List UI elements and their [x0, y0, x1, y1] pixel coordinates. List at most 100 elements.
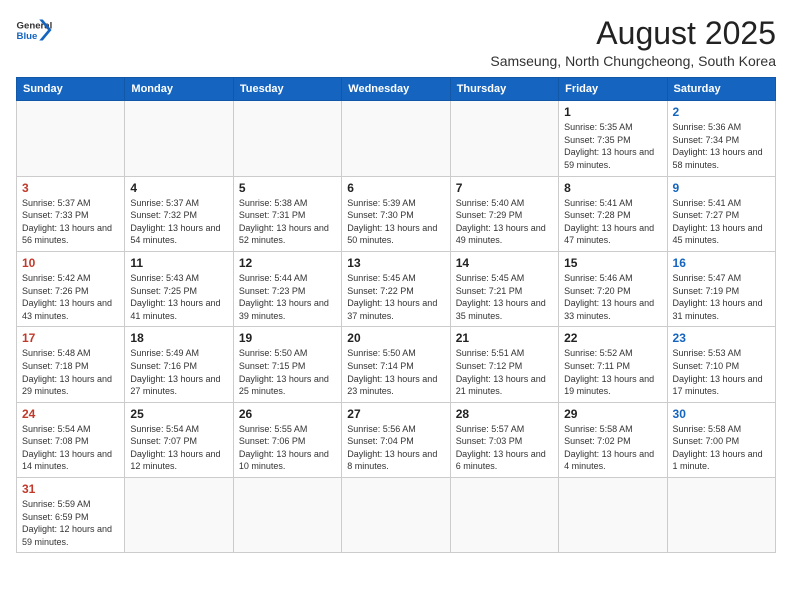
cell-sun-info: Sunrise: 5:45 AM Sunset: 7:21 PM Dayligh… [456, 272, 553, 322]
cell-sun-info: Sunrise: 5:37 AM Sunset: 7:33 PM Dayligh… [22, 197, 119, 247]
location-subtitle: Samseung, North Chungcheong, South Korea [490, 53, 776, 69]
calendar-cell [342, 101, 450, 176]
day-number: 11 [130, 256, 227, 270]
day-number: 7 [456, 181, 553, 195]
calendar-cell: 3 Sunrise: 5:37 AM Sunset: 7:33 PM Daylig… [17, 176, 125, 251]
calendar-week-row: 10 Sunrise: 5:42 AM Sunset: 7:26 PM Dayli… [17, 251, 776, 326]
calendar-cell: 29Sunrise: 5:58 AM Sunset: 7:02 PM Dayli… [559, 402, 667, 477]
day-number: 14 [456, 256, 553, 270]
day-number: 24 [22, 407, 119, 421]
cell-sun-info: Sunrise: 5:54 AM Sunset: 7:07 PM Dayligh… [130, 423, 227, 473]
calendar-cell: 1 Sunrise: 5:35 AM Sunset: 7:35 PM Daylig… [559, 101, 667, 176]
month-year-title: August 2025 [490, 16, 776, 51]
cell-sun-info: Sunrise: 5:57 AM Sunset: 7:03 PM Dayligh… [456, 423, 553, 473]
weekday-header-saturday: Saturday [667, 78, 775, 101]
calendar-week-row: 24 Sunrise: 5:54 AM Sunset: 7:08 PM Dayli… [17, 402, 776, 477]
calendar-week-row: 1 Sunrise: 5:35 AM Sunset: 7:35 PM Daylig… [17, 101, 776, 176]
calendar-cell: 7 Sunrise: 5:40 AM Sunset: 7:29 PM Daylig… [450, 176, 558, 251]
weekday-header-wednesday: Wednesday [342, 78, 450, 101]
calendar-cell: 20 Sunrise: 5:50 AM Sunset: 7:14 PM Dayli… [342, 327, 450, 402]
day-number: 17 [22, 331, 119, 345]
cell-sun-info: Sunrise: 5:43 AM Sunset: 7:25 PM Dayligh… [130, 272, 227, 322]
calendar-cell: 23Sunrise: 5:53 AM Sunset: 7:10 PM Dayli… [667, 327, 775, 402]
day-number: 25 [130, 407, 227, 421]
weekday-header-sunday: Sunday [17, 78, 125, 101]
day-number: 5 [239, 181, 336, 195]
cell-sun-info: Sunrise: 5:55 AM Sunset: 7:06 PM Dayligh… [239, 423, 336, 473]
cell-sun-info: Sunrise: 5:46 AM Sunset: 7:20 PM Dayligh… [564, 272, 661, 322]
calendar-week-row: 17Sunrise: 5:48 AM Sunset: 7:18 PM Dayli… [17, 327, 776, 402]
day-number: 26 [239, 407, 336, 421]
day-number: 31 [22, 482, 119, 496]
calendar-cell: 2Sunrise: 5:36 AM Sunset: 7:34 PM Daylig… [667, 101, 775, 176]
day-number: 27 [347, 407, 444, 421]
calendar-cell [233, 101, 341, 176]
calendar-cell: 22 Sunrise: 5:52 AM Sunset: 7:11 PM Dayli… [559, 327, 667, 402]
svg-text:Blue: Blue [17, 31, 38, 42]
cell-sun-info: Sunrise: 5:44 AM Sunset: 7:23 PM Dayligh… [239, 272, 336, 322]
calendar-cell: 17Sunrise: 5:48 AM Sunset: 7:18 PM Dayli… [17, 327, 125, 402]
day-number: 20 [347, 331, 444, 345]
calendar-cell [17, 101, 125, 176]
calendar-cell: 12 Sunrise: 5:44 AM Sunset: 7:23 PM Dayli… [233, 251, 341, 326]
calendar-table: SundayMondayTuesdayWednesdayThursdayFrid… [16, 77, 776, 553]
cell-sun-info: Sunrise: 5:38 AM Sunset: 7:31 PM Dayligh… [239, 197, 336, 247]
calendar-cell: 27 Sunrise: 5:56 AM Sunset: 7:04 PM Dayli… [342, 402, 450, 477]
calendar-cell [667, 478, 775, 553]
cell-sun-info: Sunrise: 5:54 AM Sunset: 7:08 PM Dayligh… [22, 423, 119, 473]
day-number: 22 [564, 331, 661, 345]
day-number: 12 [239, 256, 336, 270]
day-number: 4 [130, 181, 227, 195]
logo: General Blue [16, 16, 52, 44]
cell-sun-info: Sunrise: 5:51 AM Sunset: 7:12 PM Dayligh… [456, 347, 553, 397]
cell-sun-info: Sunrise: 5:42 AM Sunset: 7:26 PM Dayligh… [22, 272, 119, 322]
cell-sun-info: Sunrise: 5:56 AM Sunset: 7:04 PM Dayligh… [347, 423, 444, 473]
calendar-cell: 18 Sunrise: 5:49 AM Sunset: 7:16 PM Dayli… [125, 327, 233, 402]
cell-sun-info: Sunrise: 5:50 AM Sunset: 7:14 PM Dayligh… [347, 347, 444, 397]
day-number: 19 [239, 331, 336, 345]
calendar-cell: 14 Sunrise: 5:45 AM Sunset: 7:21 PM Dayli… [450, 251, 558, 326]
calendar-cell: 9Sunrise: 5:41 AM Sunset: 7:27 PM Daylig… [667, 176, 775, 251]
day-number: 1 [564, 105, 661, 119]
day-number: 10 [22, 256, 119, 270]
calendar-cell: 25 Sunrise: 5:54 AM Sunset: 7:07 PM Dayli… [125, 402, 233, 477]
calendar-week-row: 3 Sunrise: 5:37 AM Sunset: 7:33 PM Daylig… [17, 176, 776, 251]
calendar-cell: 30Sunrise: 5:58 AM Sunset: 7:00 PM Dayli… [667, 402, 775, 477]
calendar-cell: 5 Sunrise: 5:38 AM Sunset: 7:31 PM Daylig… [233, 176, 341, 251]
calendar-cell [125, 478, 233, 553]
calendar-cell [559, 478, 667, 553]
calendar-week-row: 31 Sunrise: 5:59 AM Sunset: 6:59 PM Dayli… [17, 478, 776, 553]
cell-sun-info: Sunrise: 5:35 AM Sunset: 7:35 PM Dayligh… [564, 121, 661, 171]
calendar-cell: 10 Sunrise: 5:42 AM Sunset: 7:26 PM Dayli… [17, 251, 125, 326]
weekday-header-thursday: Thursday [450, 78, 558, 101]
calendar-cell [450, 101, 558, 176]
cell-sun-info: Sunrise: 5:52 AM Sunset: 7:11 PM Dayligh… [564, 347, 661, 397]
day-number: 18 [130, 331, 227, 345]
cell-sun-info: Sunrise: 5:41 AM Sunset: 7:27 PM Dayligh… [673, 197, 770, 247]
calendar-cell: 16 Sunrise: 5:47 AM Sunset: 7:19 PM Dayli… [667, 251, 775, 326]
weekday-header-tuesday: Tuesday [233, 78, 341, 101]
calendar-cell: 8 Sunrise: 5:41 AM Sunset: 7:28 PM Daylig… [559, 176, 667, 251]
calendar-header-row: SundayMondayTuesdayWednesdayThursdayFrid… [17, 78, 776, 101]
title-block: August 2025 Samseung, North Chungcheong,… [490, 16, 776, 69]
calendar-cell: 15 Sunrise: 5:46 AM Sunset: 7:20 PM Dayli… [559, 251, 667, 326]
day-number: 2 [673, 105, 770, 119]
day-number: 15 [564, 256, 661, 270]
calendar-cell [342, 478, 450, 553]
day-number: 3 [22, 181, 119, 195]
calendar-cell [125, 101, 233, 176]
calendar-cell: 31 Sunrise: 5:59 AM Sunset: 6:59 PM Dayli… [17, 478, 125, 553]
logo-icon: General Blue [16, 16, 52, 44]
cell-sun-info: Sunrise: 5:58 AM Sunset: 7:00 PM Dayligh… [673, 423, 770, 473]
cell-sun-info: Sunrise: 5:40 AM Sunset: 7:29 PM Dayligh… [456, 197, 553, 247]
day-number: 16 [673, 256, 770, 270]
day-number: 8 [564, 181, 661, 195]
calendar-cell: 6Sunrise: 5:39 AM Sunset: 7:30 PM Daylig… [342, 176, 450, 251]
day-number: 13 [347, 256, 444, 270]
cell-sun-info: Sunrise: 5:59 AM Sunset: 6:59 PM Dayligh… [22, 498, 119, 548]
cell-sun-info: Sunrise: 5:47 AM Sunset: 7:19 PM Dayligh… [673, 272, 770, 322]
cell-sun-info: Sunrise: 5:49 AM Sunset: 7:16 PM Dayligh… [130, 347, 227, 397]
calendar-cell: 4Sunrise: 5:37 AM Sunset: 7:32 PM Daylig… [125, 176, 233, 251]
day-number: 23 [673, 331, 770, 345]
cell-sun-info: Sunrise: 5:41 AM Sunset: 7:28 PM Dayligh… [564, 197, 661, 247]
